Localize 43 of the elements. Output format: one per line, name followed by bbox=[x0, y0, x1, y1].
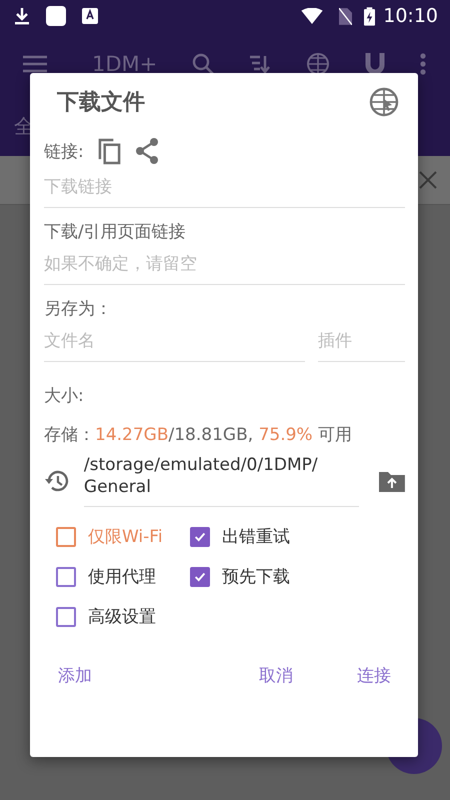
checkbox[interactable] bbox=[56, 606, 76, 626]
history-icon[interactable] bbox=[44, 468, 70, 492]
sort-icon[interactable] bbox=[249, 54, 272, 74]
option-label: 预先下载 bbox=[222, 566, 290, 588]
filename-field[interactable]: 文件名 bbox=[44, 320, 305, 362]
download-icon bbox=[14, 7, 30, 25]
wifi-icon bbox=[301, 8, 324, 24]
save-as-label: 另存为： bbox=[44, 298, 113, 320]
plugin-field[interactable]: 插件 bbox=[318, 320, 405, 362]
app-title: 1DM+ bbox=[92, 52, 158, 76]
referer-field[interactable]: 如果不确定，请留空 bbox=[44, 243, 405, 285]
link-field[interactable]: 下载链接 bbox=[44, 166, 405, 208]
dialog-button[interactable]: 添加 bbox=[44, 658, 106, 693]
magnet-icon[interactable] bbox=[365, 53, 386, 75]
option-label: 仅限Wi-Fi bbox=[88, 526, 163, 548]
more-icon[interactable] bbox=[420, 53, 426, 75]
checkbox[interactable] bbox=[56, 566, 76, 586]
menu-icon[interactable] bbox=[23, 55, 47, 73]
checkbox[interactable] bbox=[190, 526, 210, 546]
path-field[interactable]: /storage/emulated/0/1DMP/ General bbox=[84, 454, 360, 507]
referer-label: 下载/引用页面链接 bbox=[44, 221, 187, 243]
no-sim-icon bbox=[339, 8, 352, 24]
folder-upload-icon[interactable] bbox=[379, 470, 405, 492]
battery-icon bbox=[364, 6, 376, 26]
checkbox[interactable] bbox=[190, 566, 210, 586]
close-icon[interactable] bbox=[418, 170, 438, 190]
clock-time: 10:10 bbox=[383, 5, 438, 27]
checkbox[interactable] bbox=[56, 526, 76, 546]
dialog-title: 下载文件 bbox=[57, 89, 145, 117]
link-label: 链接: bbox=[44, 140, 84, 162]
option-label: 高级设置 bbox=[88, 606, 156, 628]
storage-text: 存储：14.27GB/18.81GB, 75.9% 可用 bbox=[44, 424, 353, 446]
option-label: 出错重试 bbox=[222, 526, 290, 548]
keyboard-icon bbox=[82, 8, 98, 24]
search-icon[interactable] bbox=[192, 53, 214, 75]
share-icon[interactable] bbox=[134, 138, 159, 164]
globe-icon[interactable] bbox=[306, 52, 330, 76]
copy-icon[interactable] bbox=[98, 138, 121, 164]
notification-icon bbox=[46, 6, 66, 26]
dialog-button[interactable]: 连接 bbox=[343, 658, 405, 693]
dialog-button[interactable]: 取消 bbox=[245, 658, 307, 693]
size-label: 大小: bbox=[44, 385, 85, 407]
option-label: 使用代理 bbox=[88, 566, 156, 588]
